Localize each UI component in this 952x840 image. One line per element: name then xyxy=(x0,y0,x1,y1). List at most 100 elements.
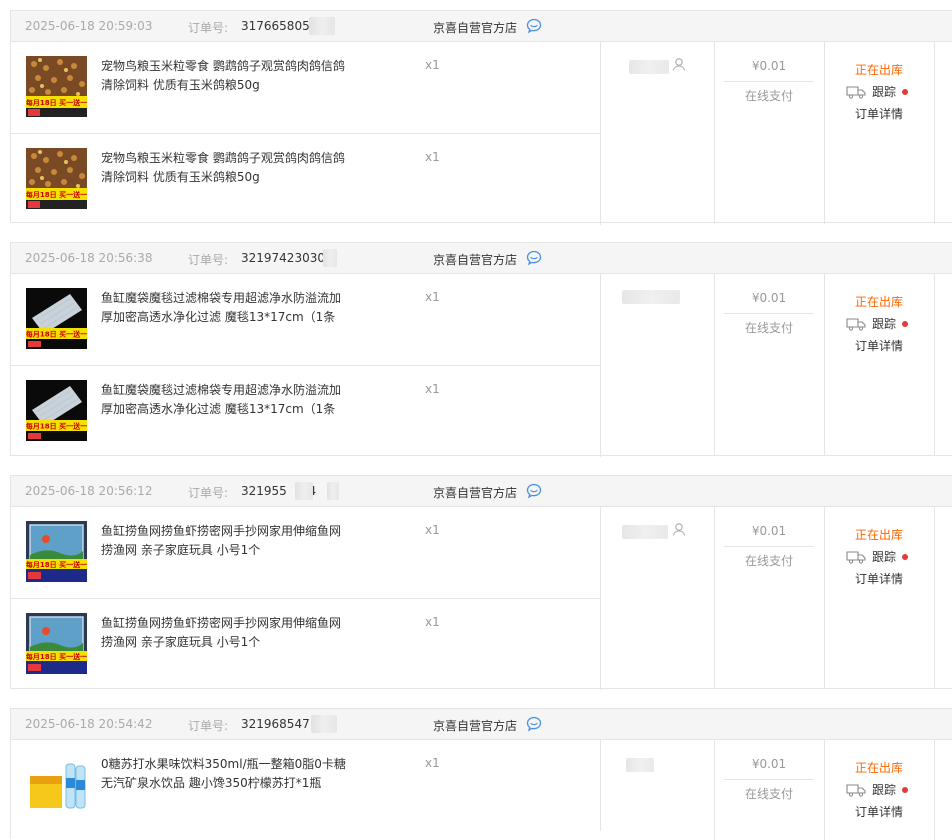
product-name[interactable]: 鱼缸捞鱼网捞鱼虾捞密网手抄网家用伸缩鱼网捞渔网 亲子家庭玩具 小号1个 xyxy=(101,522,351,560)
status-column: 正在出库 跟踪 订单详情 xyxy=(824,42,935,224)
product-name[interactable]: 宠物鸟粮玉米粒零食 鹦鹉鸽子观赏鸽肉鸽信鸽清除饲料 优质有玉米鸽粮50g xyxy=(101,149,351,187)
amount-column: ¥0.01 在线支付 xyxy=(714,740,825,840)
notification-dot xyxy=(902,321,909,327)
redacted-mask xyxy=(309,17,335,35)
quantity: x1 xyxy=(425,290,440,304)
product-thumbnail[interactable]: 每月18日 买一送一 xyxy=(26,56,87,117)
order-items: 每月18日 买一送一 宠物鸟粮玉米粒零食 鹦鹉鸽子观赏鸽肉鸽信鸽清除饲料 优质有… xyxy=(11,42,601,225)
product-thumbnail[interactable]: 每月18日 买一送一 xyxy=(26,521,87,582)
order-items: 每月18日 买一送一 鱼缸魔袋魔毯过滤棉袋专用超滤净水防溢流加厚加密高透水净化过… xyxy=(11,274,601,457)
track-label: 跟踪 xyxy=(872,317,897,331)
product-name[interactable]: 宠物鸟粮玉米粒零食 鹦鹉鸽子观赏鸽肉鸽信鸽清除饲料 优质有玉米鸽粮50g xyxy=(101,57,351,95)
consignee-column xyxy=(600,42,715,224)
consignee-column xyxy=(600,740,715,840)
redacted-mask xyxy=(629,60,669,74)
order-amount: ¥0.01 xyxy=(751,524,787,538)
order-status: 正在出库 xyxy=(854,63,903,77)
redacted-mask xyxy=(327,482,339,500)
quantity: x1 xyxy=(425,58,440,72)
payment-type: 在线支付 xyxy=(744,787,793,801)
notification-dot xyxy=(902,554,909,560)
truck-icon xyxy=(846,784,866,797)
shop-name[interactable]: 京喜自营官方店 xyxy=(433,19,517,36)
order-number-head: 321955 xyxy=(241,484,287,498)
redacted-mask xyxy=(295,482,313,500)
order-header: 2025-06-18 20:59:03 订单号: 317665805 京喜自营官… xyxy=(11,11,952,42)
divider xyxy=(724,779,814,780)
divider xyxy=(724,546,814,547)
order-number-label: 订单号: xyxy=(188,719,229,733)
list-item: 每月18日 买一送一 鱼缸魔袋魔毯过滤棉袋专用超滤净水防溢流加厚加密高透水净化过… xyxy=(11,366,600,457)
list-item: 每月18日 买一送一 鱼缸魔袋魔毯过滤棉袋专用超滤净水防溢流加厚加密高透水净化过… xyxy=(11,274,600,366)
redacted-mask xyxy=(311,715,337,733)
status-column: 正在出库 跟踪 订单详情 xyxy=(824,274,935,456)
product-thumbnail[interactable] xyxy=(26,754,87,815)
divider xyxy=(724,81,814,82)
amount-column: ¥0.01 在线支付 xyxy=(714,42,825,224)
track-link[interactable]: 跟踪 xyxy=(846,548,909,565)
track-link[interactable]: 跟踪 xyxy=(846,781,909,798)
order-header: 2025-06-18 20:56:12 订单号: 32195594 京喜自营官方… xyxy=(11,476,952,507)
order-detail-link[interactable]: 订单详情 xyxy=(824,570,934,587)
order-card: 2025-06-18 20:54:42 订单号: 321968547 京喜自营官… xyxy=(10,708,952,840)
payment-type: 在线支付 xyxy=(744,321,793,335)
status-column: 正在出库 跟踪 订单详情 xyxy=(824,507,935,689)
truck-icon xyxy=(846,86,866,99)
order-date: 2025-06-18 20:56:12 xyxy=(25,484,153,498)
list-item: 0糖苏打水果味饮料350ml/瓶一整箱0脂0卡糖无汽矿泉水饮品 趣小馋350柠檬… xyxy=(11,740,600,831)
truck-icon xyxy=(846,318,866,331)
notification-dot xyxy=(902,89,909,95)
chat-icon[interactable] xyxy=(526,483,542,499)
consignee-column xyxy=(600,507,715,689)
track-link[interactable]: 跟踪 xyxy=(846,315,909,332)
order-items: 0糖苏打水果味饮料350ml/瓶一整箱0脂0卡糖无汽矿泉水饮品 趣小馋350柠檬… xyxy=(11,740,601,831)
chat-icon[interactable] xyxy=(526,716,542,732)
thumbnail-banner-text: 每月18日 买一送一 xyxy=(26,422,87,431)
product-thumbnail[interactable]: 每月18日 买一送一 xyxy=(26,288,87,349)
thumbnail-banner-text: 每月18日 买一送一 xyxy=(26,98,87,107)
track-link[interactable]: 跟踪 xyxy=(846,83,909,100)
quantity: x1 xyxy=(425,150,440,164)
order-status: 正在出库 xyxy=(854,528,903,542)
redacted-mask xyxy=(622,525,668,539)
quantity: x1 xyxy=(425,756,440,770)
redacted-mask xyxy=(626,758,654,772)
order-date: 2025-06-18 20:59:03 xyxy=(25,19,153,33)
user-icon[interactable] xyxy=(672,57,686,71)
list-item: 每月18日 买一送一 宠物鸟粮玉米粒零食 鹦鹉鸽子观赏鸽肉鸽信鸽清除饲料 优质有… xyxy=(11,42,600,134)
product-thumbnail[interactable]: 每月18日 买一送一 xyxy=(26,380,87,441)
product-name[interactable]: 鱼缸魔袋魔毯过滤棉袋专用超滤净水防溢流加厚加密高透水净化过滤 魔毯13*17cm… xyxy=(101,381,351,419)
track-label: 跟踪 xyxy=(872,783,897,797)
product-name[interactable]: 0糖苏打水果味饮料350ml/瓶一整箱0脂0卡糖无汽矿泉水饮品 趣小馋350柠檬… xyxy=(101,755,351,793)
product-thumbnail[interactable]: 每月18日 买一送一 xyxy=(26,613,87,674)
chat-icon[interactable] xyxy=(526,18,542,34)
order-status: 正在出库 xyxy=(854,295,903,309)
order-items: 每月18日 买一送一 鱼缸捞鱼网捞鱼虾捞密网手抄网家用伸缩鱼网捞渔网 亲子家庭玩… xyxy=(11,507,601,690)
order-amount: ¥0.01 xyxy=(751,59,787,73)
product-name[interactable]: 鱼缸捞鱼网捞鱼虾捞密网手抄网家用伸缩鱼网捞渔网 亲子家庭玩具 小号1个 xyxy=(101,614,351,652)
product-name[interactable]: 鱼缸魔袋魔毯过滤棉袋专用超滤净水防溢流加厚加密高透水净化过滤 魔毯13*17cm… xyxy=(101,289,351,327)
order-detail-link[interactable]: 订单详情 xyxy=(824,337,934,354)
order-number-label: 订单号: xyxy=(188,21,229,35)
order-status: 正在出库 xyxy=(854,761,903,775)
thumbnail-banner-text: 每月18日 买一送一 xyxy=(26,560,87,569)
shop-name[interactable]: 京喜自营官方店 xyxy=(433,251,517,268)
order-detail-link[interactable]: 订单详情 xyxy=(824,105,934,122)
order-date: 2025-06-18 20:54:42 xyxy=(25,717,153,731)
track-label: 跟踪 xyxy=(872,85,897,99)
redacted-mask xyxy=(622,290,680,304)
shop-name[interactable]: 京喜自营官方店 xyxy=(433,717,517,734)
chat-icon[interactable] xyxy=(526,250,542,266)
order-number: 317665805 xyxy=(241,19,310,33)
redacted-mask xyxy=(323,249,337,267)
order-header: 2025-06-18 20:54:42 订单号: 321968547 京喜自营官… xyxy=(11,709,952,740)
truck-icon xyxy=(846,551,866,564)
order-detail-link[interactable]: 订单详情 xyxy=(824,803,934,820)
product-thumbnail[interactable]: 每月18日 买一送一 xyxy=(26,148,87,209)
order-amount: ¥0.01 xyxy=(751,757,787,771)
track-label: 跟踪 xyxy=(872,550,897,564)
payment-type: 在线支付 xyxy=(744,554,793,568)
shop-name[interactable]: 京喜自营官方店 xyxy=(433,484,517,501)
consignee-column xyxy=(600,274,715,456)
user-icon[interactable] xyxy=(672,522,686,536)
